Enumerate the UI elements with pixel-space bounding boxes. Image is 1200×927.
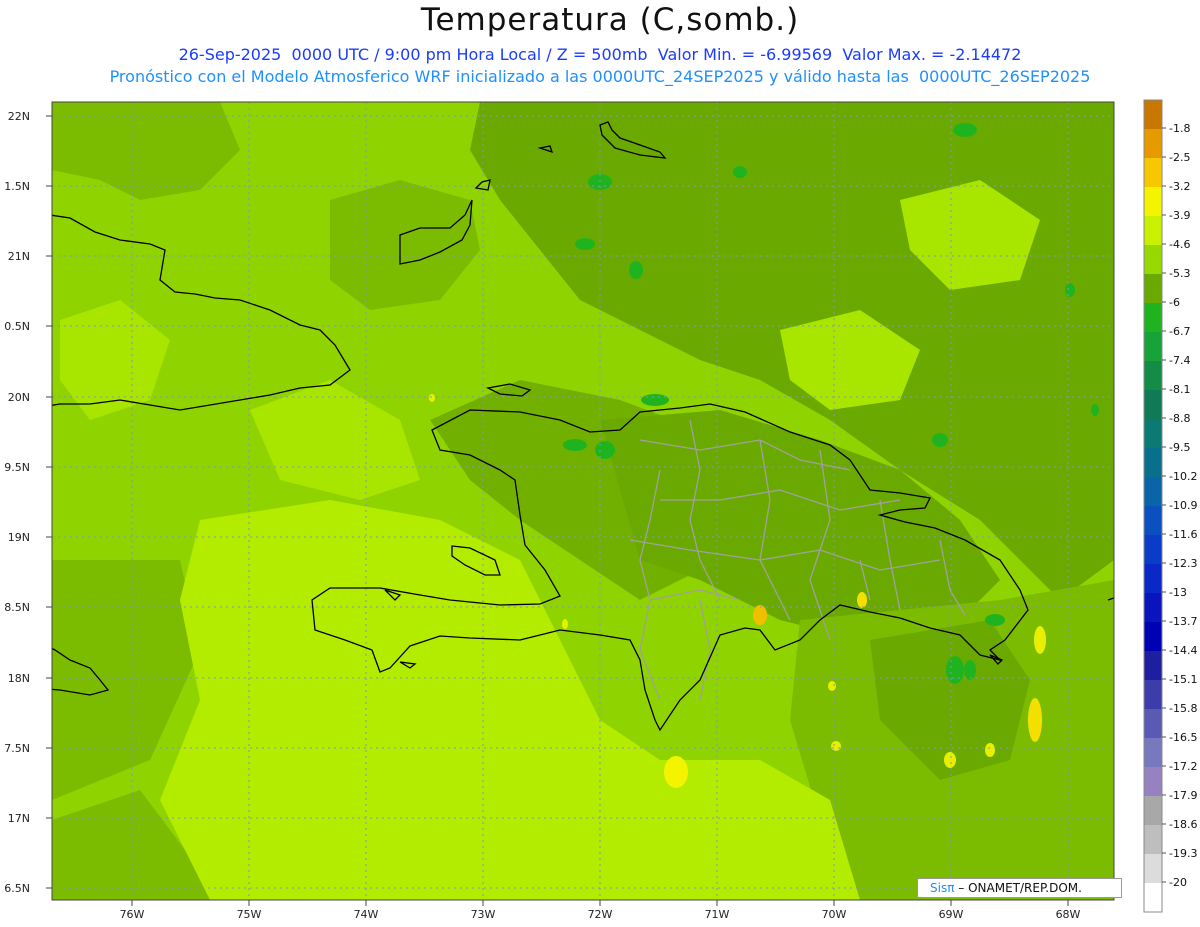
legend-swatch	[1144, 332, 1162, 361]
legend-label: -19.3	[1169, 847, 1197, 860]
legend-label: -16.5	[1169, 731, 1197, 744]
legend-swatch	[1144, 506, 1162, 535]
credit-box: Sisπ – ONAMET/REP.DOM.	[917, 878, 1122, 898]
legend-swatch	[1144, 709, 1162, 738]
legend-label: -15.1	[1169, 673, 1197, 686]
legend-swatch	[1144, 622, 1162, 651]
lat-label: 0.5N	[4, 320, 30, 333]
temperature-field	[52, 102, 1114, 900]
legend-label: -9.5	[1169, 441, 1190, 454]
lon-label: 69W	[939, 908, 964, 921]
legend-label: -17.2	[1169, 760, 1197, 773]
legend-label: -18.6	[1169, 818, 1197, 831]
legend-swatch	[1144, 274, 1162, 303]
legend-swatch	[1144, 564, 1162, 593]
legend-swatch	[1144, 448, 1162, 477]
lat-label: 21N	[8, 250, 30, 263]
legend-label: -6.7	[1169, 325, 1190, 338]
latitude-labels: 22N 1.5N 21N 0.5N 20N 9.5N 19N 8.5N 18N …	[4, 110, 30, 895]
legend-label: -15.8	[1169, 702, 1197, 715]
lat-label: 22N	[8, 110, 30, 123]
legend-swatch	[1144, 825, 1162, 854]
lat-label: 8.5N	[4, 601, 30, 614]
lat-label: 1.5N	[4, 180, 30, 193]
legend-swatch	[1144, 767, 1162, 796]
legend-label: -7.4	[1169, 354, 1190, 367]
legend-swatch	[1144, 535, 1162, 564]
legend-label: -14.4	[1169, 644, 1197, 657]
legend-label: -13.7	[1169, 615, 1197, 628]
legend-label: -12.3	[1169, 557, 1197, 570]
legend-label: -6	[1169, 296, 1180, 309]
legend-swatch	[1144, 361, 1162, 390]
legend-swatch	[1144, 390, 1162, 419]
lon-label: 68W	[1056, 908, 1081, 921]
lat-label: 7.5N	[4, 742, 30, 755]
legend-swatch	[1144, 651, 1162, 680]
legend-label: -5.3	[1169, 267, 1190, 280]
legend-swatch	[1144, 158, 1162, 187]
longitude-labels: 76W 75W 74W 73W 72W 71W 70W 69W 68W	[120, 908, 1081, 921]
legend-swatch	[1144, 593, 1162, 622]
lon-label: 73W	[471, 908, 496, 921]
legend-swatch	[1144, 854, 1162, 883]
credit-text: – ONAMET/REP.DOM.	[958, 881, 1082, 895]
color-legend: -1.8 -2.5 -3.2 -3.9 -4.6 -5.3 -6 -6.7 -7.4 -8.1 -8…	[1143, 99, 1197, 913]
legend-label: -2.5	[1169, 151, 1190, 164]
legend-label: -8.1	[1169, 383, 1190, 396]
lon-label: 71W	[705, 908, 730, 921]
temperature-map: 22N 1.5N 21N 0.5N 20N 9.5N 19N 8.5N 18N …	[4, 99, 1197, 921]
legend-label: -13	[1169, 586, 1187, 599]
lon-label: 70W	[822, 908, 847, 921]
legend-swatch	[1144, 216, 1162, 245]
lat-label: 6.5N	[4, 882, 30, 895]
legend-label: -1.8	[1169, 122, 1190, 135]
sispi-logo: Sisπ	[930, 881, 955, 895]
legend-label: -3.2	[1169, 180, 1190, 193]
lat-label: 18N	[8, 672, 30, 685]
legend-swatch	[1144, 100, 1162, 129]
legend-swatch	[1144, 796, 1162, 825]
lon-label: 74W	[354, 908, 379, 921]
lon-label: 75W	[237, 908, 262, 921]
legend-label: -10.9	[1169, 499, 1197, 512]
legend-swatch	[1144, 883, 1162, 912]
legend-swatch	[1144, 129, 1162, 158]
legend-swatch	[1144, 680, 1162, 709]
legend-label: -20	[1169, 876, 1187, 889]
legend-label: -17.9	[1169, 789, 1197, 802]
legend-swatch	[1144, 245, 1162, 274]
legend-swatch	[1144, 303, 1162, 332]
legend-swatch	[1144, 477, 1162, 506]
legend-label: -8.8	[1169, 412, 1190, 425]
lon-label: 76W	[120, 908, 145, 921]
legend-swatch	[1144, 187, 1162, 216]
legend-label: -10.2	[1169, 470, 1197, 483]
lat-label: 17N	[8, 812, 30, 825]
legend-swatch	[1144, 419, 1162, 448]
lat-label: 19N	[8, 531, 30, 544]
lon-label: 72W	[588, 908, 613, 921]
legend-label: -3.9	[1169, 209, 1190, 222]
legend-label: -4.6	[1169, 238, 1190, 251]
lat-label: 9.5N	[4, 461, 30, 474]
legend-swatch	[1144, 738, 1162, 767]
legend-label: -11.6	[1169, 528, 1197, 541]
lat-label: 20N	[8, 391, 30, 404]
